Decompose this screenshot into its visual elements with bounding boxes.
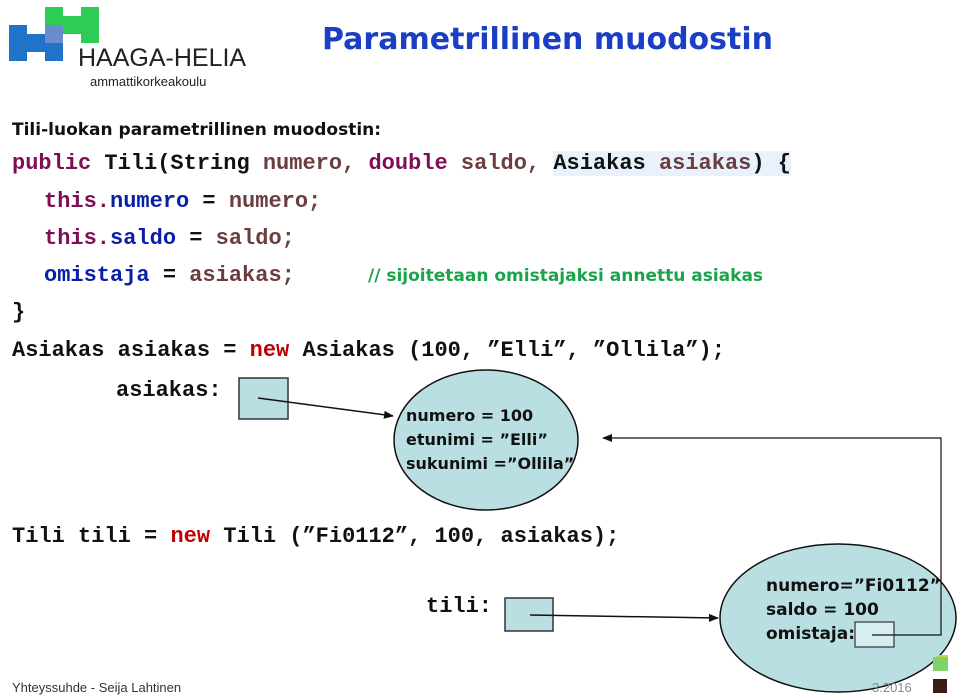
object-field: saldo = 100 xyxy=(766,600,879,620)
asiakas-variable-label: asiakas: xyxy=(116,378,222,403)
object-field: etunimi = ”Elli” xyxy=(406,430,548,449)
object-field: sukunimi =”Ollila” xyxy=(406,454,575,473)
tili-object-fields: numero=”Fi0112” saldo = 100 omistaja: xyxy=(766,574,941,646)
asiakas-object-fields: numero = 100 etunimi = ”Elli” sukunimi =… xyxy=(406,404,574,476)
footer-decor-square xyxy=(933,679,947,693)
tili-reference-box xyxy=(504,597,554,632)
footer-text: Yhteyssuhde - Seija Lahtinen xyxy=(12,680,182,695)
object-field: omistaja: xyxy=(766,624,856,644)
tili-variable-label: tili: xyxy=(426,594,493,619)
object-field: numero = 100 xyxy=(406,406,534,425)
footer-date: 3.2016 xyxy=(872,680,912,695)
footer-decor-square xyxy=(933,657,948,671)
object-field: numero=”Fi0112” xyxy=(766,576,941,596)
tili-reference-arrow xyxy=(529,613,719,622)
